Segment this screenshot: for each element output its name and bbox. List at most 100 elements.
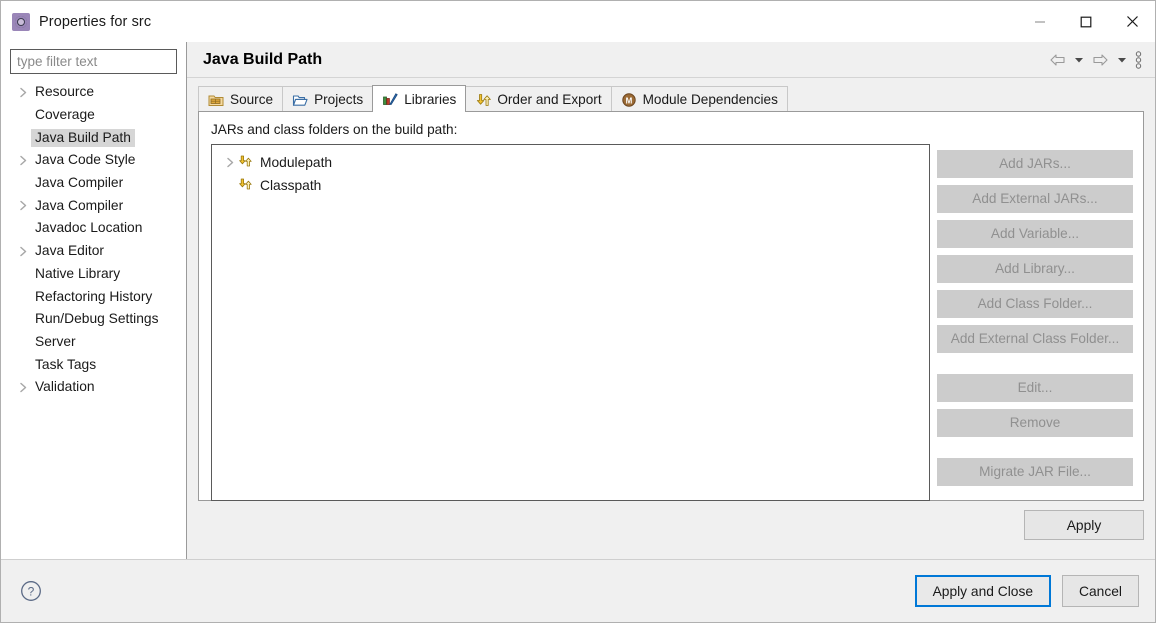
sidebar-item-label: Coverage <box>35 107 95 123</box>
edit-button[interactable]: Edit... <box>937 374 1133 402</box>
tab-module-dependencies[interactable]: M Module Dependencies <box>610 86 788 112</box>
sidebar-item-javadoc-location[interactable]: Javadoc Location <box>1 217 186 240</box>
source-folder-icon <box>208 92 224 108</box>
sidebar-item-java-compiler[interactable]: Java Compiler <box>1 172 186 195</box>
tab-label: Order and Export <box>497 92 602 107</box>
libraries-tab-panel: JARs and class folders on the build path… <box>198 111 1144 501</box>
tab-order-and-export[interactable]: Order and Export <box>465 86 612 112</box>
classpath-arrows-icon <box>238 176 260 195</box>
build-path-tabs: Source Projects Libraries Order and Export M… <box>198 85 1155 112</box>
forward-arrow-icon[interactable] <box>1089 51 1112 69</box>
sidebar-item-refactoring-history[interactable]: Refactoring History <box>1 285 186 308</box>
libraries-button-column: Add JARs... Add External JARs... Add Varia… <box>937 144 1133 501</box>
add-external-jars-button[interactable]: Add External JARs... <box>937 185 1133 213</box>
tab-source[interactable]: Source <box>198 86 284 112</box>
tab-label: Projects <box>314 92 364 107</box>
sidebar-item-task-tags[interactable]: Task Tags <box>1 353 186 376</box>
sidebar-item-server[interactable]: Server <box>1 331 186 354</box>
sidebar-item-label: Java Editor <box>35 243 105 259</box>
window-title: Properties for src <box>39 13 152 30</box>
sidebar-item-run-debug-settings[interactable]: Run/Debug Settings <box>1 308 186 331</box>
settings-tree: Resource Coverage Java Build Path Java Code… <box>1 81 186 399</box>
cancel-button[interactable]: Cancel <box>1062 575 1139 607</box>
sidebar-item-label: Java Build Path <box>31 128 135 147</box>
add-jars-button[interactable]: Add JARs... <box>937 150 1133 178</box>
header-toolbar <box>1046 49 1145 71</box>
properties-dialog: Properties for src Resource Coverage Java … <box>0 0 1156 623</box>
main-panel: Java Build Path Source Projects Librarie… <box>187 42 1155 559</box>
filter-input[interactable] <box>10 49 177 74</box>
back-arrow-icon[interactable] <box>1046 51 1069 69</box>
sidebar-item-label: Resource <box>35 84 95 100</box>
sidebar-item-label: Java Compiler <box>35 197 124 213</box>
dialog-footer: ? Apply and Close Cancel <box>1 559 1155 622</box>
list-item[interactable]: Modulepath <box>212 151 929 174</box>
maximize-icon[interactable] <box>1063 1 1109 42</box>
sidebar-item-coverage[interactable]: Coverage <box>1 104 186 127</box>
apply-row: Apply <box>198 510 1144 540</box>
chevron-right-icon[interactable] <box>222 157 238 168</box>
apply-and-close-button[interactable]: Apply and Close <box>914 575 1052 607</box>
libraries-description: JARs and class folders on the build path… <box>211 122 458 137</box>
sidebar-item-java-editor[interactable]: Java Editor <box>1 240 186 263</box>
add-library-button[interactable]: Add Library... <box>937 255 1133 283</box>
apply-button[interactable]: Apply <box>1024 510 1144 540</box>
footer-actions: Apply and Close Cancel <box>914 575 1139 607</box>
migrate-jar-file-button[interactable]: Migrate JAR File... <box>937 458 1133 486</box>
chevron-right-icon[interactable] <box>15 382 31 393</box>
forward-dropdown-icon[interactable] <box>1114 54 1130 66</box>
tab-label: Module Dependencies <box>642 92 778 107</box>
page-title: Java Build Path <box>203 50 323 68</box>
sidebar-item-label: Javadoc Location <box>35 220 143 236</box>
sidebar-item-label: Validation <box>35 379 95 395</box>
projects-folder-icon <box>292 92 308 108</box>
view-menu-icon[interactable] <box>1132 49 1145 71</box>
add-variable-button[interactable]: Add Variable... <box>937 220 1133 248</box>
minimize-icon[interactable] <box>1017 1 1063 42</box>
eclipse-properties-icon <box>12 12 30 31</box>
list-item-label: Modulepath <box>260 155 333 170</box>
sidebar-item-label: Run/Debug Settings <box>35 311 159 327</box>
tab-label: Libraries <box>404 91 457 107</box>
tab-projects[interactable]: Projects <box>282 86 374 112</box>
sidebar-item-label: Native Library <box>35 265 121 281</box>
svg-text:?: ? <box>28 585 35 599</box>
help-question-icon[interactable]: ? <box>19 579 43 603</box>
sidebar-item-resource[interactable]: Resource <box>1 81 186 104</box>
sidebar-item-validation[interactable]: Validation <box>1 376 186 399</box>
order-export-arrows-icon <box>475 92 492 108</box>
back-dropdown-icon[interactable] <box>1071 54 1087 66</box>
svg-text:M: M <box>625 96 632 105</box>
tab-libraries[interactable]: Libraries <box>372 85 467 112</box>
chevron-right-icon[interactable] <box>15 155 31 166</box>
list-item[interactable]: Classpath <box>212 174 929 197</box>
module-circle-icon: M <box>621 92 637 108</box>
chevron-right-icon[interactable] <box>15 200 31 211</box>
chevron-right-icon[interactable] <box>15 87 31 98</box>
window-controls <box>1017 1 1155 42</box>
sidebar-item-label: Server <box>35 333 76 349</box>
page-header: Java Build Path <box>187 42 1155 78</box>
add-external-class-folder-button[interactable]: Add External Class Folder... <box>937 325 1133 353</box>
sidebar-item-label: Java Compiler <box>35 175 124 191</box>
filter-container <box>1 42 186 74</box>
settings-sidebar: Resource Coverage Java Build Path Java Code… <box>1 42 187 559</box>
sidebar-item-label: Task Tags <box>35 356 97 372</box>
add-class-folder-button[interactable]: Add Class Folder... <box>937 290 1133 318</box>
remove-button[interactable]: Remove <box>937 409 1133 437</box>
sidebar-item-java-code-style[interactable]: Java Code Style <box>1 149 186 172</box>
chevron-right-icon[interactable] <box>15 246 31 257</box>
classpath-arrows-icon <box>238 153 260 172</box>
title-bar: Properties for src <box>1 1 1155 42</box>
build-path-list[interactable]: Modulepath Classpath <box>211 144 930 501</box>
libraries-books-icon <box>382 91 398 107</box>
list-item-label: Classpath <box>260 178 322 193</box>
close-icon[interactable] <box>1109 1 1155 42</box>
sidebar-item-java-build-path[interactable]: Java Build Path <box>1 126 186 149</box>
sidebar-item-label: Refactoring History <box>35 288 153 304</box>
libraries-body: Modulepath Classpath Add JARs... Add Exter… <box>199 144 1143 501</box>
sidebar-item-java-compiler[interactable]: Java Compiler <box>1 194 186 217</box>
sidebar-item-native-library[interactable]: Native Library <box>1 263 186 286</box>
sidebar-item-label: Java Code Style <box>35 152 136 168</box>
tab-label: Source <box>230 92 274 107</box>
